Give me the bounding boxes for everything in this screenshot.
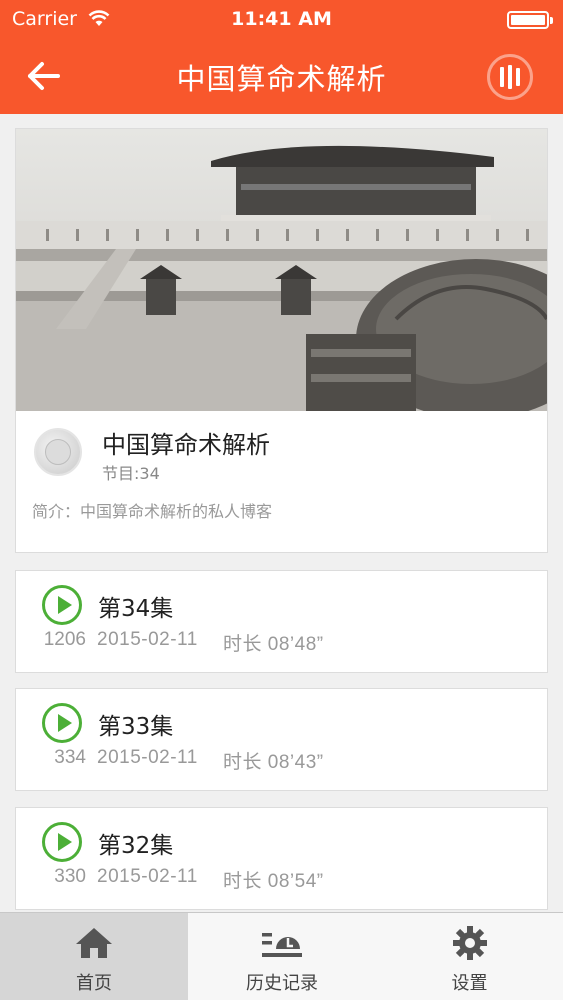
battery-icon xyxy=(507,11,553,29)
play-count: 1206 xyxy=(43,629,86,650)
gear-icon xyxy=(453,926,487,960)
episode-duration: 时长 08’43” xyxy=(223,752,324,773)
episode-date: 2015-02-11 xyxy=(97,747,198,768)
album-cover-image xyxy=(16,129,547,411)
tab-label: 首页 xyxy=(76,973,112,994)
status-bar: Carrier 11:41 AM xyxy=(0,0,563,38)
program-count: 节目:34 xyxy=(102,464,160,483)
tab-bar: 首页 历史记录 设置 xyxy=(0,912,563,1000)
album-title: 中国算命术解析 xyxy=(102,431,270,459)
tab-label: 设置 xyxy=(451,973,488,994)
episode-title: 第33集 xyxy=(98,714,174,740)
top-bar: Carrier 11:41 AM 中国算命术解析 xyxy=(0,0,563,114)
play-count: 330 xyxy=(54,866,86,887)
episode-title: 第32集 xyxy=(98,833,174,859)
episode-item[interactable]: 第34集 1206 2015-02-11 时长 08’48” xyxy=(15,570,548,673)
episode-item[interactable]: 第32集 330 2015-02-11 时长 08’54” xyxy=(15,807,548,910)
episode-duration: 时长 08’54” xyxy=(223,871,324,892)
play-icon[interactable] xyxy=(42,703,82,743)
play-count: 334 xyxy=(54,747,86,768)
now-playing-button[interactable] xyxy=(487,54,533,100)
tab-history[interactable]: 历史记录 xyxy=(188,913,376,1000)
equalizer-icon xyxy=(500,67,504,87)
tab-label: 历史记录 xyxy=(246,973,318,994)
album-card: 中国算命术解析 节目:34 简介：中国算命术解析的私人博客 xyxy=(15,128,548,553)
play-icon[interactable] xyxy=(42,822,82,862)
status-time: 11:41 AM xyxy=(231,8,332,30)
history-icon xyxy=(262,933,302,957)
page-title: 中国算命术解析 xyxy=(176,62,387,96)
play-icon[interactable] xyxy=(42,585,82,625)
tab-home[interactable]: 首页 xyxy=(0,913,188,1000)
episode-title: 第34集 xyxy=(98,596,174,622)
episode-item[interactable]: 第33集 334 2015-02-11 时长 08’43” xyxy=(15,688,548,791)
episode-date: 2015-02-11 xyxy=(97,866,198,887)
album-avatar xyxy=(34,428,82,476)
home-icon xyxy=(76,928,112,958)
episode-duration: 时长 08’48” xyxy=(223,634,324,655)
temple-photo-icon xyxy=(16,129,547,411)
tab-settings[interactable]: 设置 xyxy=(376,913,563,1000)
navigation-bar: 中国算命术解析 xyxy=(0,38,563,114)
album-description: 简介：中国算命术解析的私人博客 xyxy=(32,502,273,521)
episode-date: 2015-02-11 xyxy=(97,629,198,650)
